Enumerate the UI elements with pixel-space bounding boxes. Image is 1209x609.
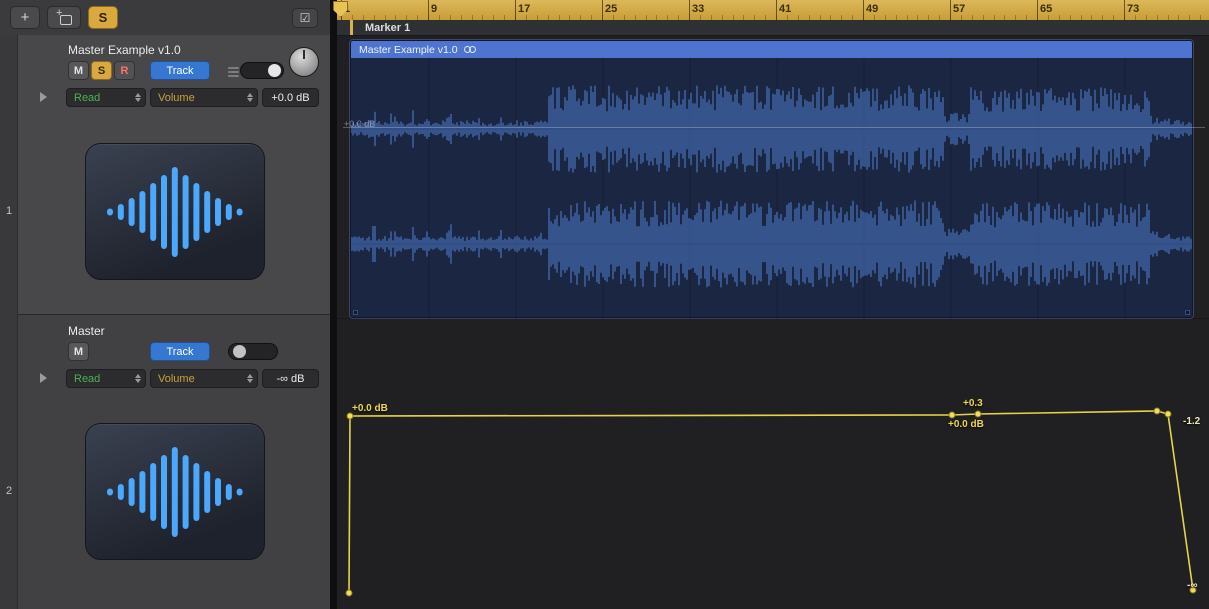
automation-peak-value: +0.3 — [963, 398, 983, 409]
automation-parameter-dropdown[interactable]: Volume — [150, 88, 258, 107]
track-number-column: 1 2 — [0, 35, 18, 609]
output-toggle[interactable] — [240, 62, 284, 79]
panel-divider — [330, 0, 337, 609]
track-header-config-button[interactable]: ☑ — [292, 8, 318, 28]
updown-chevron-icon — [247, 93, 253, 102]
track-header-panel: + + S ☑ 1 2 Master Example v1.0 M S R — [0, 0, 330, 609]
volume-automation-curve[interactable] — [337, 0, 1209, 609]
track-number: 1 — [0, 205, 18, 217]
mute-button[interactable]: M — [68, 61, 89, 80]
track-button[interactable]: Track — [150, 342, 210, 361]
add-button[interactable]: + — [10, 6, 40, 29]
automation-floor-value: -∞ — [1187, 580, 1197, 591]
track-header-2[interactable]: Master M Track Read Volume -∞ dB — [18, 315, 330, 609]
automation-node[interactable] — [1154, 408, 1160, 414]
automation-value-display[interactable]: +0.0 dB — [262, 88, 319, 107]
pan-knob[interactable] — [289, 47, 319, 77]
solo-button[interactable]: S — [91, 61, 112, 80]
toggle-knob[interactable] — [233, 345, 246, 358]
fader-grip-icon — [228, 67, 239, 77]
checkbox-icon: ☑ — [300, 11, 311, 25]
daw-window: + + S ☑ 1 2 Master Example v1.0 M S R — [0, 0, 1209, 609]
updown-chevron-icon — [135, 93, 141, 102]
record-enable-button[interactable]: R — [114, 61, 135, 80]
automation-node[interactable] — [975, 411, 981, 417]
audio-waveform-icon — [105, 442, 245, 542]
solo-mode-button[interactable]: S — [88, 6, 118, 29]
disclosure-triangle-icon[interactable] — [40, 373, 47, 383]
automation-mode-dropdown[interactable]: Read — [66, 88, 146, 107]
track-number: 2 — [0, 485, 18, 497]
track-panel-toolbar: + + S ☑ — [0, 0, 330, 36]
track-name[interactable]: Master — [68, 324, 105, 338]
automation-value-display[interactable]: -∞ dB — [262, 369, 319, 388]
output-toggle[interactable] — [228, 343, 278, 360]
plus-icon: + — [21, 9, 30, 26]
track-button[interactable]: Track — [150, 61, 210, 80]
track-icon[interactable] — [85, 423, 265, 560]
add-track-icon: + — [56, 11, 72, 25]
track-icon[interactable] — [85, 143, 265, 280]
automation-parameter-dropdown[interactable]: Volume — [150, 369, 258, 388]
automation-mode-dropdown[interactable]: Read — [66, 369, 146, 388]
audio-waveform-icon — [105, 162, 245, 262]
automation-node[interactable] — [1165, 411, 1171, 417]
mute-button[interactable]: M — [68, 342, 89, 361]
automation-peak-sub-value: +0.0 dB — [948, 419, 984, 430]
disclosure-triangle-icon[interactable] — [40, 92, 47, 102]
updown-chevron-icon — [247, 374, 253, 383]
toggle-knob[interactable] — [268, 64, 281, 77]
updown-chevron-icon — [135, 374, 141, 383]
track-name[interactable]: Master Example v1.0 — [68, 43, 181, 57]
automation-node[interactable] — [949, 412, 955, 418]
automation-end-value: -1.2 — [1183, 416, 1200, 427]
automation-start-value: +0.0 dB — [352, 403, 388, 414]
arrange-area: 19172533414957657381 Marker 1 Master Exa… — [337, 0, 1209, 609]
automation-node[interactable] — [346, 590, 352, 596]
track-header-1[interactable]: Master Example v1.0 M S R Track Read Vol… — [18, 35, 330, 315]
add-track-button[interactable]: + — [47, 6, 81, 29]
